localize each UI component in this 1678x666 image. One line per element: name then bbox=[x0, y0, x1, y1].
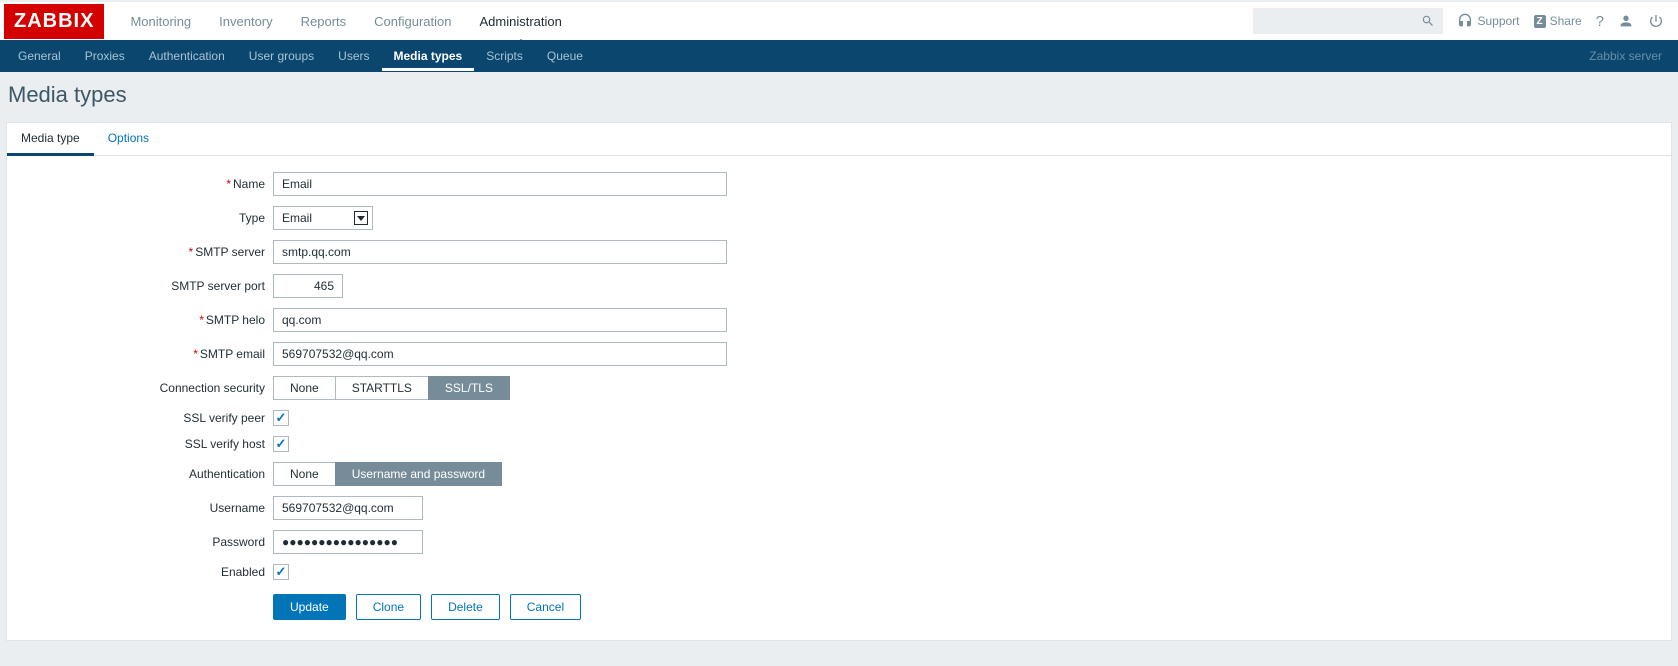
support-label: Support bbox=[1477, 14, 1519, 28]
support-link[interactable]: Support bbox=[1457, 13, 1519, 29]
sub-menu-item-proxies[interactable]: Proxies bbox=[73, 41, 137, 71]
chevron-down-icon bbox=[354, 211, 368, 225]
password-field[interactable] bbox=[273, 530, 423, 554]
label-authentication: Authentication bbox=[7, 467, 273, 481]
tabs: Media typeOptions bbox=[7, 123, 1671, 156]
conn-security-ssltls[interactable]: SSL/TLS bbox=[428, 376, 510, 400]
main-menu: MonitoringInventoryReportsConfigurationA… bbox=[116, 4, 1253, 39]
smtp-server-field[interactable] bbox=[273, 240, 727, 264]
share-label: Share bbox=[1550, 14, 1582, 28]
sub-menu-item-general[interactable]: General bbox=[6, 41, 73, 71]
smtp-helo-field[interactable] bbox=[273, 308, 727, 332]
sub-menu: GeneralProxiesAuthenticationUser groupsU… bbox=[6, 41, 1589, 71]
sub-menu-item-users[interactable]: Users bbox=[326, 41, 381, 71]
main-menu-item-reports[interactable]: Reports bbox=[287, 4, 361, 39]
cancel-button[interactable]: Cancel bbox=[510, 594, 581, 620]
smtp-port-field[interactable] bbox=[273, 274, 343, 298]
authentication-none[interactable]: None bbox=[273, 462, 336, 486]
smtp-email-field[interactable] bbox=[273, 342, 727, 366]
update-button[interactable]: Update bbox=[273, 594, 346, 620]
logo[interactable]: ZABBIX bbox=[4, 4, 104, 39]
server-label: Zabbix server bbox=[1589, 49, 1672, 63]
username-field[interactable] bbox=[273, 496, 423, 520]
name-field[interactable] bbox=[273, 172, 727, 196]
sub-menu-item-authentication[interactable]: Authentication bbox=[137, 41, 237, 71]
help-link[interactable]: ? bbox=[1596, 13, 1604, 30]
power-icon bbox=[1648, 13, 1664, 29]
enabled-checkbox[interactable] bbox=[273, 564, 289, 580]
headset-icon bbox=[1457, 13, 1473, 29]
authentication-group: NoneUsername and password bbox=[273, 462, 502, 486]
sub-menu-item-media-types[interactable]: Media types bbox=[382, 41, 475, 71]
page-title: Media types bbox=[0, 72, 1678, 122]
top-right: Support Z Share ? bbox=[1253, 8, 1678, 34]
type-select-value: Email bbox=[282, 211, 312, 225]
main-menu-item-configuration[interactable]: Configuration bbox=[360, 4, 465, 39]
conn-security-starttls[interactable]: STARTTLS bbox=[335, 376, 429, 400]
delete-button[interactable]: Delete bbox=[431, 594, 500, 620]
main-menu-item-administration[interactable]: Administration bbox=[466, 4, 576, 39]
label-ssl-verify-peer: SSL verify peer bbox=[7, 411, 273, 425]
share-link[interactable]: Z Share bbox=[1534, 14, 1582, 28]
top-nav: ZABBIX MonitoringInventoryReportsConfigu… bbox=[0, 0, 1678, 40]
label-smtp-email: *SMTP email bbox=[7, 347, 273, 361]
label-ssl-verify-host: SSL verify host bbox=[7, 437, 273, 451]
tab-options[interactable]: Options bbox=[94, 123, 163, 155]
share-z-icon: Z bbox=[1534, 15, 1546, 28]
label-type: Type bbox=[7, 211, 273, 225]
logout-link[interactable] bbox=[1648, 13, 1664, 29]
label-smtp-server: *SMTP server bbox=[7, 245, 273, 259]
search-icon bbox=[1421, 14, 1435, 28]
search-input[interactable] bbox=[1253, 8, 1443, 34]
ssl-verify-host-checkbox[interactable] bbox=[273, 436, 289, 452]
clone-button[interactable]: Clone bbox=[356, 594, 421, 620]
sub-menu-item-scripts[interactable]: Scripts bbox=[474, 41, 535, 71]
sub-nav: GeneralProxiesAuthenticationUser groupsU… bbox=[0, 40, 1678, 72]
help-icon: ? bbox=[1596, 13, 1604, 30]
label-name: *Name bbox=[7, 177, 273, 191]
conn-security-group: NoneSTARTTLSSSL/TLS bbox=[273, 376, 510, 400]
label-conn-security: Connection security bbox=[7, 381, 273, 395]
main-menu-item-inventory[interactable]: Inventory bbox=[205, 4, 286, 39]
user-link[interactable] bbox=[1618, 13, 1634, 29]
main-menu-item-monitoring[interactable]: Monitoring bbox=[116, 4, 205, 39]
sub-menu-item-user-groups[interactable]: User groups bbox=[237, 41, 326, 71]
form: *Name Type Email *SMTP server SMTP serve… bbox=[7, 156, 1671, 640]
type-select[interactable]: Email bbox=[273, 206, 373, 230]
label-enabled: Enabled bbox=[7, 565, 273, 579]
label-username: Username bbox=[7, 501, 273, 515]
conn-security-none[interactable]: None bbox=[273, 376, 336, 400]
authentication-username-and-password[interactable]: Username and password bbox=[335, 462, 502, 486]
sub-menu-item-queue[interactable]: Queue bbox=[535, 41, 595, 71]
content-panel: Media typeOptions *Name Type Email *SMTP… bbox=[6, 122, 1672, 641]
label-password: Password bbox=[7, 535, 273, 549]
label-smtp-port: SMTP server port bbox=[7, 279, 273, 293]
label-smtp-helo: *SMTP helo bbox=[7, 313, 273, 327]
user-icon bbox=[1618, 13, 1634, 29]
tab-media-type[interactable]: Media type bbox=[7, 123, 94, 156]
button-row: Update Clone Delete Cancel bbox=[273, 594, 1671, 620]
ssl-verify-peer-checkbox[interactable] bbox=[273, 410, 289, 426]
